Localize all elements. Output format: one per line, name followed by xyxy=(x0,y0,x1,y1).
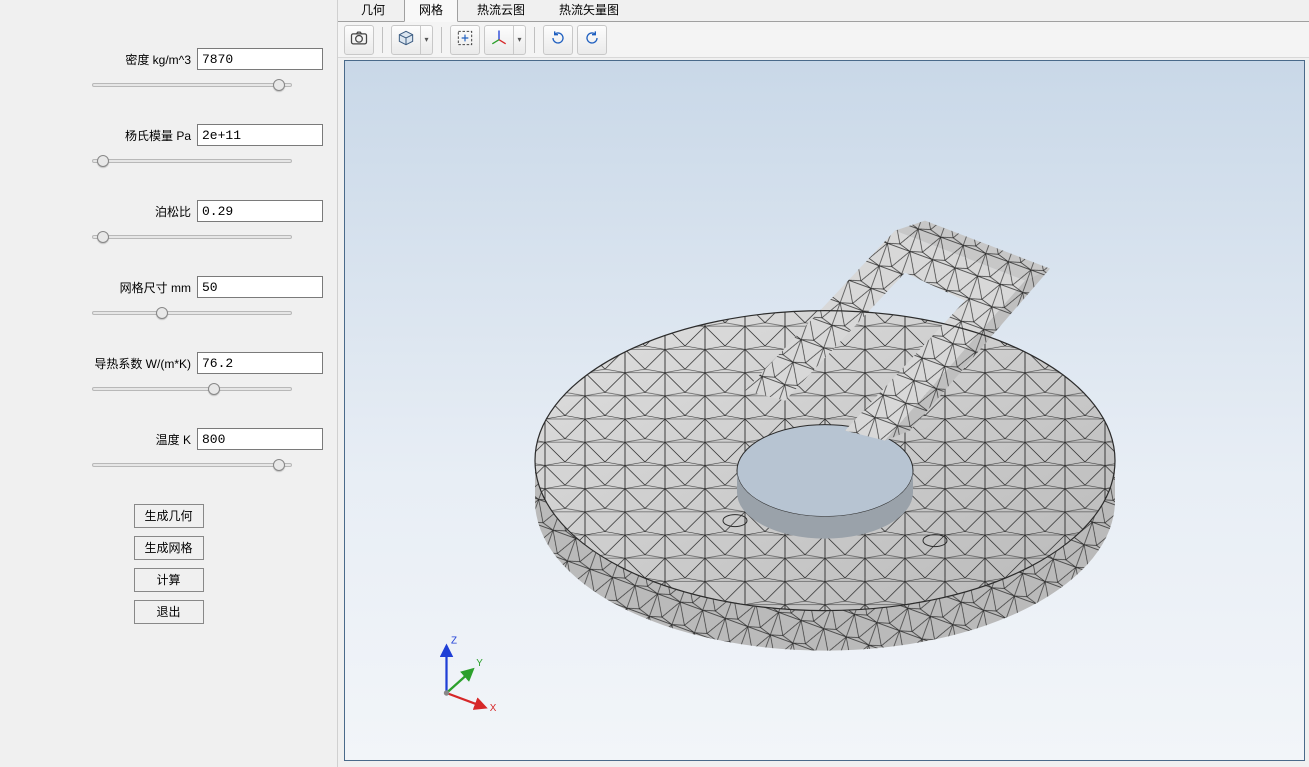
axes-dropdown[interactable]: ▾ xyxy=(514,25,526,55)
viewport-3d[interactable]: X Y Z xyxy=(344,60,1305,761)
exit-button[interactable]: 退出 xyxy=(134,600,204,624)
camera-icon xyxy=(349,28,369,51)
density-label: 密度 kg/m^3 xyxy=(125,51,191,68)
param-youngs: 杨氏模量 Pa xyxy=(0,124,337,166)
param-density: 密度 kg/m^3 xyxy=(0,48,337,90)
meshsize-slider[interactable] xyxy=(92,311,292,315)
chevron-down-icon: ▾ xyxy=(517,35,521,44)
density-slider[interactable] xyxy=(92,83,292,87)
orientation-triad: X Y Z xyxy=(415,630,505,720)
youngs-input[interactable] xyxy=(197,124,323,146)
fit-view-button[interactable] xyxy=(450,25,480,55)
view-cube-button[interactable] xyxy=(391,25,421,55)
view-tabs: 几何 网格 热流云图 热流矢量图 xyxy=(338,0,1309,22)
parameters-panel: 密度 kg/m^3 杨氏模量 Pa 泊松比 xyxy=(0,0,338,767)
rotate-cw-button[interactable] xyxy=(577,25,607,55)
view-toolbar: ▾ ▾ xyxy=(338,22,1309,58)
cube-icon xyxy=(396,28,416,51)
param-poisson: 泊松比 xyxy=(0,200,337,242)
poisson-label: 泊松比 xyxy=(155,203,191,220)
thermcond-input[interactable] xyxy=(197,352,323,374)
param-thermcond: 导热系数 W/(m*K) xyxy=(0,352,337,394)
mesh-model xyxy=(465,140,1185,660)
youngs-slider[interactable] xyxy=(92,159,292,163)
view-cube-dropdown[interactable]: ▾ xyxy=(421,25,433,55)
axis-x-label: X xyxy=(490,703,497,714)
axis-z-label: Z xyxy=(451,636,457,647)
temp-label: 温度 K xyxy=(156,431,191,448)
density-input[interactable] xyxy=(197,48,323,70)
thermcond-label: 导热系数 W/(m*K) xyxy=(94,355,191,372)
compute-button[interactable]: 计算 xyxy=(134,568,204,592)
toolbar-separator xyxy=(382,27,383,53)
axes-icon xyxy=(489,28,509,51)
thermcond-slider[interactable] xyxy=(92,387,292,391)
toolbar-separator xyxy=(441,27,442,53)
axis-y-label: Y xyxy=(476,658,483,669)
rotate-ccw-icon xyxy=(548,28,568,51)
chevron-down-icon: ▾ xyxy=(424,35,428,44)
param-temp: 温度 K xyxy=(0,428,337,470)
poisson-slider[interactable] xyxy=(92,235,292,239)
action-buttons: 生成几何 生成网格 计算 退出 xyxy=(0,504,337,624)
toolbar-separator xyxy=(534,27,535,53)
meshsize-label: 网格尺寸 mm xyxy=(120,279,191,296)
poisson-input[interactable] xyxy=(197,200,323,222)
rotate-ccw-button[interactable] xyxy=(543,25,573,55)
tab-heat-vector[interactable]: 热流矢量图 xyxy=(544,0,634,21)
fit-icon xyxy=(455,28,475,51)
generate-mesh-button[interactable]: 生成网格 xyxy=(134,536,204,560)
screenshot-button[interactable] xyxy=(344,25,374,55)
tab-mesh[interactable]: 网格 xyxy=(404,0,458,22)
tab-heat-cloud[interactable]: 热流云图 xyxy=(462,0,540,21)
tab-geometry[interactable]: 几何 xyxy=(346,0,400,21)
axes-button[interactable] xyxy=(484,25,514,55)
meshsize-input[interactable] xyxy=(197,276,323,298)
youngs-label: 杨氏模量 Pa xyxy=(125,127,191,144)
param-meshsize: 网格尺寸 mm xyxy=(0,276,337,318)
temp-input[interactable] xyxy=(197,428,323,450)
temp-slider[interactable] xyxy=(92,463,292,467)
rotate-cw-icon xyxy=(582,28,602,51)
view-panel: 几何 网格 热流云图 热流矢量图 ▾ xyxy=(338,0,1309,767)
generate-geometry-button[interactable]: 生成几何 xyxy=(134,504,204,528)
